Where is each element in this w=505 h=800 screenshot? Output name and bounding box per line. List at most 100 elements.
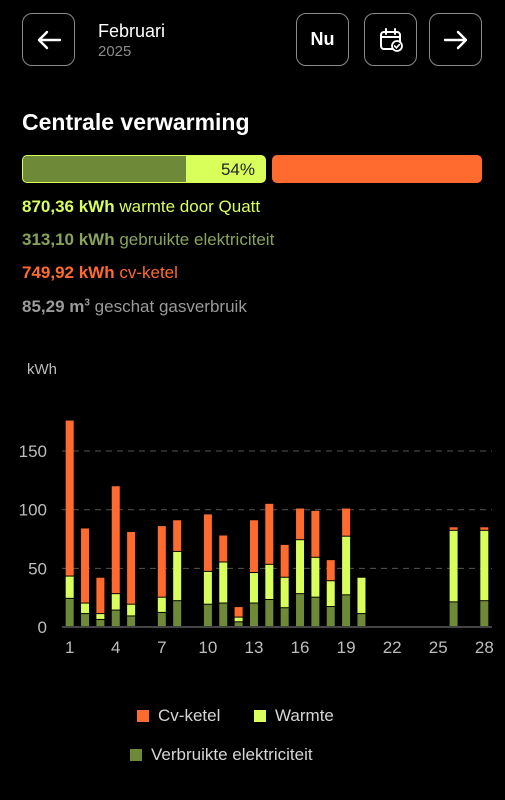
stat-heat-label: warmte door Quatt <box>114 197 261 216</box>
bar-day5-cv-ketel <box>127 531 136 604</box>
bar-day2-cv-ketel <box>81 528 90 603</box>
bar-day17-cv-ketel <box>311 510 320 557</box>
year-label: 2025 <box>98 43 132 60</box>
bar-day1-verbruikte-elektriciteit <box>65 598 74 626</box>
legend-swatch-warmte <box>254 710 266 722</box>
stat-electricity-value: 313,10 kWh <box>22 230 115 249</box>
bar-day17-warmte <box>311 557 320 597</box>
y-tick-label-150: 150 <box>19 442 47 461</box>
bar-day7-cv-ketel <box>157 526 166 597</box>
y-tick-label-50: 50 <box>28 559 47 578</box>
bar-day3-warmte <box>96 614 105 619</box>
x-tick-label-4: 4 <box>111 638 120 657</box>
energy-chart: kWh 0 50 100 150 1 4 7 10 13 16 19 22 25 28 <box>19 361 494 657</box>
bar-day15-cv-ketel <box>280 544 289 577</box>
bar-day12-warmte <box>234 617 243 622</box>
bar-day13-warmte <box>249 573 258 603</box>
bar-day2-warmte <box>81 603 90 614</box>
x-tick-label-13: 13 <box>245 638 264 657</box>
bar-day14-verbruikte-elektriciteit <box>265 600 274 626</box>
bar-day7-verbruikte-elektriciteit <box>157 612 166 626</box>
bar-day14-warmte <box>265 564 274 600</box>
calendar-button[interactable] <box>364 13 417 66</box>
bar-day12-cv-ketel <box>234 607 243 617</box>
bar-day5-verbruikte-elektriciteit <box>127 616 136 626</box>
bar-day20-warmte <box>357 577 366 614</box>
x-tick-label-25: 25 <box>429 638 448 657</box>
legend-label-warmte: Warmte <box>275 706 334 725</box>
legend-label-elektriciteit: Verbruikte elektriciteit <box>151 745 313 764</box>
bar-day16-cv-ketel <box>296 508 305 540</box>
bar-day7-warmte <box>157 597 166 612</box>
bar-day19-verbruikte-elektriciteit <box>342 595 351 626</box>
stat-electricity: 313,10 kWh gebruikte elektriciteit <box>22 230 274 250</box>
bar-day3-verbruikte-elektriciteit <box>96 619 105 626</box>
bar-day1-cv-ketel <box>65 420 74 576</box>
heat-ratio-percent: 54% <box>220 160 255 179</box>
bar-day3-cv-ketel <box>96 577 105 614</box>
x-tick-label-19: 19 <box>337 638 356 657</box>
x-tick-label-16: 16 <box>291 638 310 657</box>
bar-day18-warmte <box>326 581 335 607</box>
arrow-left-icon <box>37 30 61 49</box>
bar-day18-cv-ketel <box>326 560 335 581</box>
bar-day15-verbruikte-elektriciteit <box>280 608 289 626</box>
bar-day8-warmte <box>173 551 182 601</box>
bar-day19-warmte <box>342 536 351 595</box>
electricity-share-fill <box>23 156 186 182</box>
now-button[interactable]: Nu <box>296 13 349 66</box>
bar-day10-warmte <box>203 571 212 604</box>
bar-day5-warmte <box>127 604 136 616</box>
bar-day26-cv-ketel <box>449 527 458 530</box>
y-axis-label: kWh <box>27 361 57 378</box>
bar-day11-warmte <box>219 562 228 603</box>
bar-day11-cv-ketel <box>219 535 228 562</box>
y-tick-label-0: 0 <box>38 618 47 637</box>
heat-ratio-bar: 54% <box>22 155 266 183</box>
bar-day20-verbruikte-elektriciteit <box>357 614 366 626</box>
x-tick-label-28: 28 <box>475 638 494 657</box>
month-label: Februari <box>98 21 166 41</box>
bar-day1-warmte <box>65 576 74 598</box>
legend-swatch-elektriciteit <box>130 749 142 761</box>
section-title: Centrale verwarming <box>22 109 250 135</box>
bar-day14-cv-ketel <box>265 503 274 564</box>
stat-gas-label: geschat gasverbruik <box>89 297 247 316</box>
x-tick-label-7: 7 <box>157 638 166 657</box>
legend-swatch-cv-ketel <box>137 710 149 722</box>
stat-gas-number: 85,29 m <box>22 297 85 316</box>
next-month-button[interactable] <box>429 13 482 66</box>
arrow-right-icon <box>443 30 467 49</box>
bar-day2-verbruikte-elektriciteit <box>81 614 90 626</box>
bar-day26-warmte <box>449 530 458 602</box>
bar-day8-verbruikte-elektriciteit <box>173 601 182 626</box>
bar-day15-warmte <box>280 577 289 608</box>
calendar-check-icon <box>379 27 403 52</box>
bar-day4-cv-ketel <box>111 486 120 594</box>
stat-boiler: 749,92 kWh cv-ketel <box>22 263 178 283</box>
bar-day28-cv-ketel <box>480 527 489 530</box>
bar-day13-cv-ketel <box>249 520 258 573</box>
previous-month-button[interactable] <box>22 13 75 66</box>
legend-item-cv-ketel[interactable]: Cv-ketel <box>137 706 220 726</box>
bar-day13-verbruikte-elektriciteit <box>249 603 258 626</box>
x-tick-label-22: 22 <box>383 638 402 657</box>
bar-day16-verbruikte-elektriciteit <box>296 594 305 626</box>
bar-day12-verbruikte-elektriciteit <box>234 622 243 626</box>
bar-day8-cv-ketel <box>173 520 182 551</box>
bar-day19-cv-ketel <box>342 508 351 536</box>
stat-heat: 870,36 kWh warmte door Quatt <box>22 197 260 217</box>
bar-day28-warmte <box>480 530 489 601</box>
legend-item-warmte[interactable]: Warmte <box>254 706 334 726</box>
x-tick-label-10: 10 <box>198 638 217 657</box>
stat-gas-value: 85,29 m3 <box>22 297 90 316</box>
legend-item-elektriciteit[interactable]: Verbruikte elektriciteit <box>130 745 313 765</box>
bar-day11-verbruikte-elektriciteit <box>219 603 228 626</box>
stat-boiler-value: 749,92 kWh <box>22 263 115 282</box>
top-bar: Februari 2025 Nu <box>0 0 505 80</box>
bar-day4-verbruikte-elektriciteit <box>111 610 120 626</box>
bar-day17-verbruikte-elektriciteit <box>311 597 320 626</box>
bar-day28-verbruikte-elektriciteit <box>480 601 489 626</box>
bar-day18-verbruikte-elektriciteit <box>326 607 335 626</box>
stat-gas: 85,29 m3 geschat gasverbruik <box>22 297 247 317</box>
